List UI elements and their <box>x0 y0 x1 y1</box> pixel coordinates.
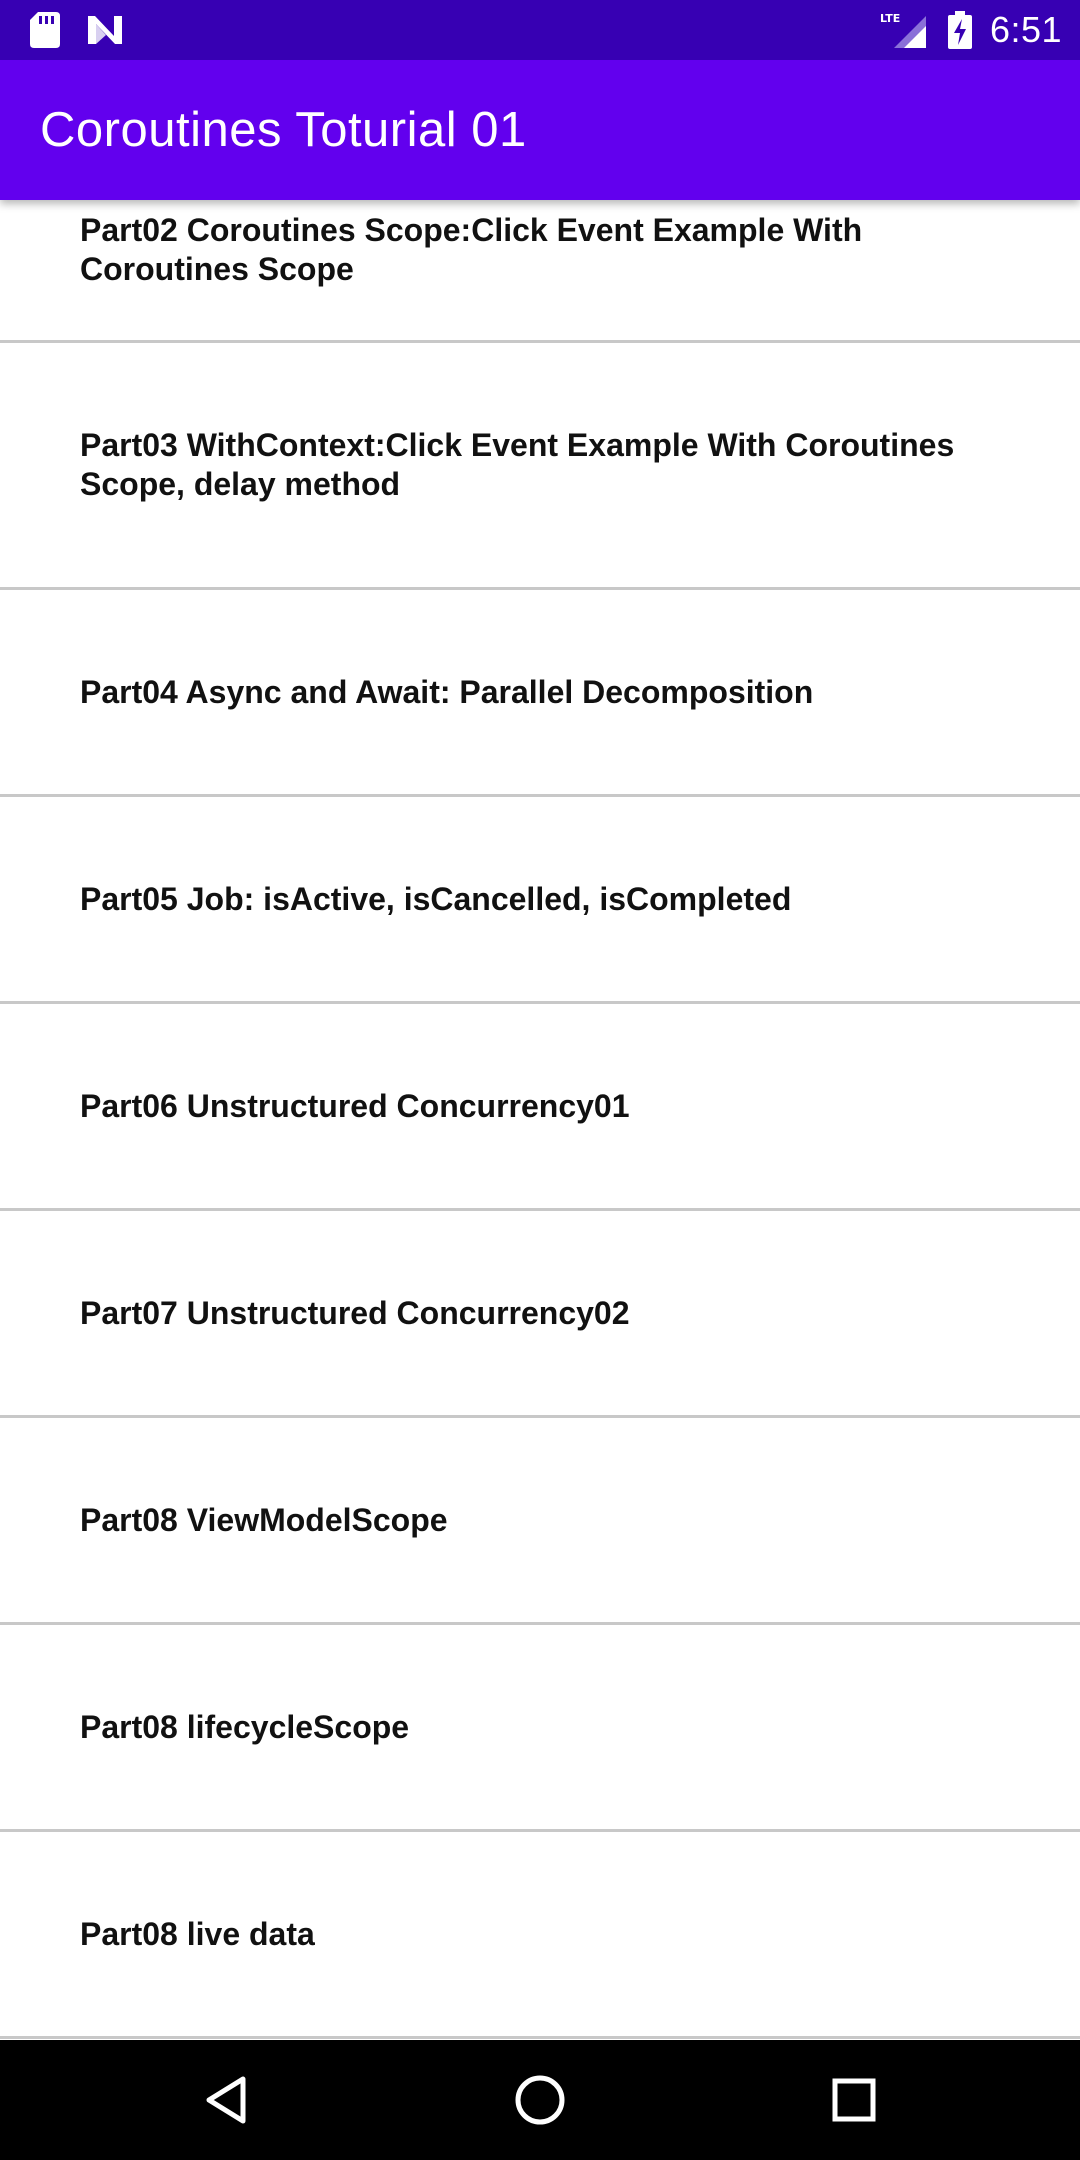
list-item-label: Part03 WithContext:Click Event Example W… <box>80 427 955 502</box>
list-item-label: Part08 live data <box>80 1915 315 1952</box>
battery-charging-icon <box>948 11 972 49</box>
lte-signal-icon: LTE <box>880 12 926 48</box>
list-item-label: Part05 Job: isActive, isCancelled, isCom… <box>80 880 792 917</box>
list-item-label: Part08 lifecycleScope <box>80 1708 410 1745</box>
page-title: Coroutines Toturial 01 <box>40 103 527 157</box>
list-item[interactable]: Part04 Async and Await: Parallel Decompo… <box>0 590 1080 797</box>
back-button[interactable] <box>186 2060 266 2140</box>
recents-icon <box>832 2078 876 2122</box>
navigation-bar <box>0 2040 1080 2160</box>
list-item-label: Part04 Async and Await: Parallel Decompo… <box>80 673 814 710</box>
tutorial-list[interactable]: Part02 Coroutines Scope:Click Event Exam… <box>0 0 1080 2040</box>
home-icon <box>515 2075 565 2125</box>
list-item[interactable]: Part08 lifecycleScope <box>0 1625 1080 1832</box>
app-bar: Coroutines Toturial 01 <box>0 60 1080 200</box>
home-button[interactable] <box>500 2060 580 2140</box>
recents-button[interactable] <box>814 2060 894 2140</box>
list-item-label: Part06 Unstructured Concurrency01 <box>80 1087 630 1124</box>
list-item[interactable]: Part08 ViewModelScope <box>0 1418 1080 1625</box>
list-item[interactable]: Part03 WithContext:Click Event Example W… <box>0 343 1080 590</box>
status-bar: LTE 6:51 <box>0 0 1080 60</box>
list-item[interactable]: Part05 Job: isActive, isCancelled, isCom… <box>0 797 1080 1004</box>
sd-card-icon <box>30 12 60 48</box>
status-time: 6:51 <box>990 9 1063 50</box>
back-icon <box>206 2076 246 2124</box>
list-item-label: Part02 Coroutines Scope:Click Event Exam… <box>80 212 863 287</box>
list-item[interactable]: Part08 live data <box>0 1832 1080 2039</box>
list-item-label: Part08 ViewModelScope <box>80 1501 448 1538</box>
screen: Part02 Coroutines Scope:Click Event Exam… <box>0 0 1080 2160</box>
list-item-label: Part07 Unstructured Concurrency02 <box>80 1294 630 1331</box>
n-notification-icon <box>88 16 122 44</box>
svg-text:LTE: LTE <box>880 12 900 25</box>
list-item[interactable]: Part06 Unstructured Concurrency01 <box>0 1004 1080 1211</box>
list-item[interactable]: Part07 Unstructured Concurrency02 <box>0 1211 1080 1418</box>
